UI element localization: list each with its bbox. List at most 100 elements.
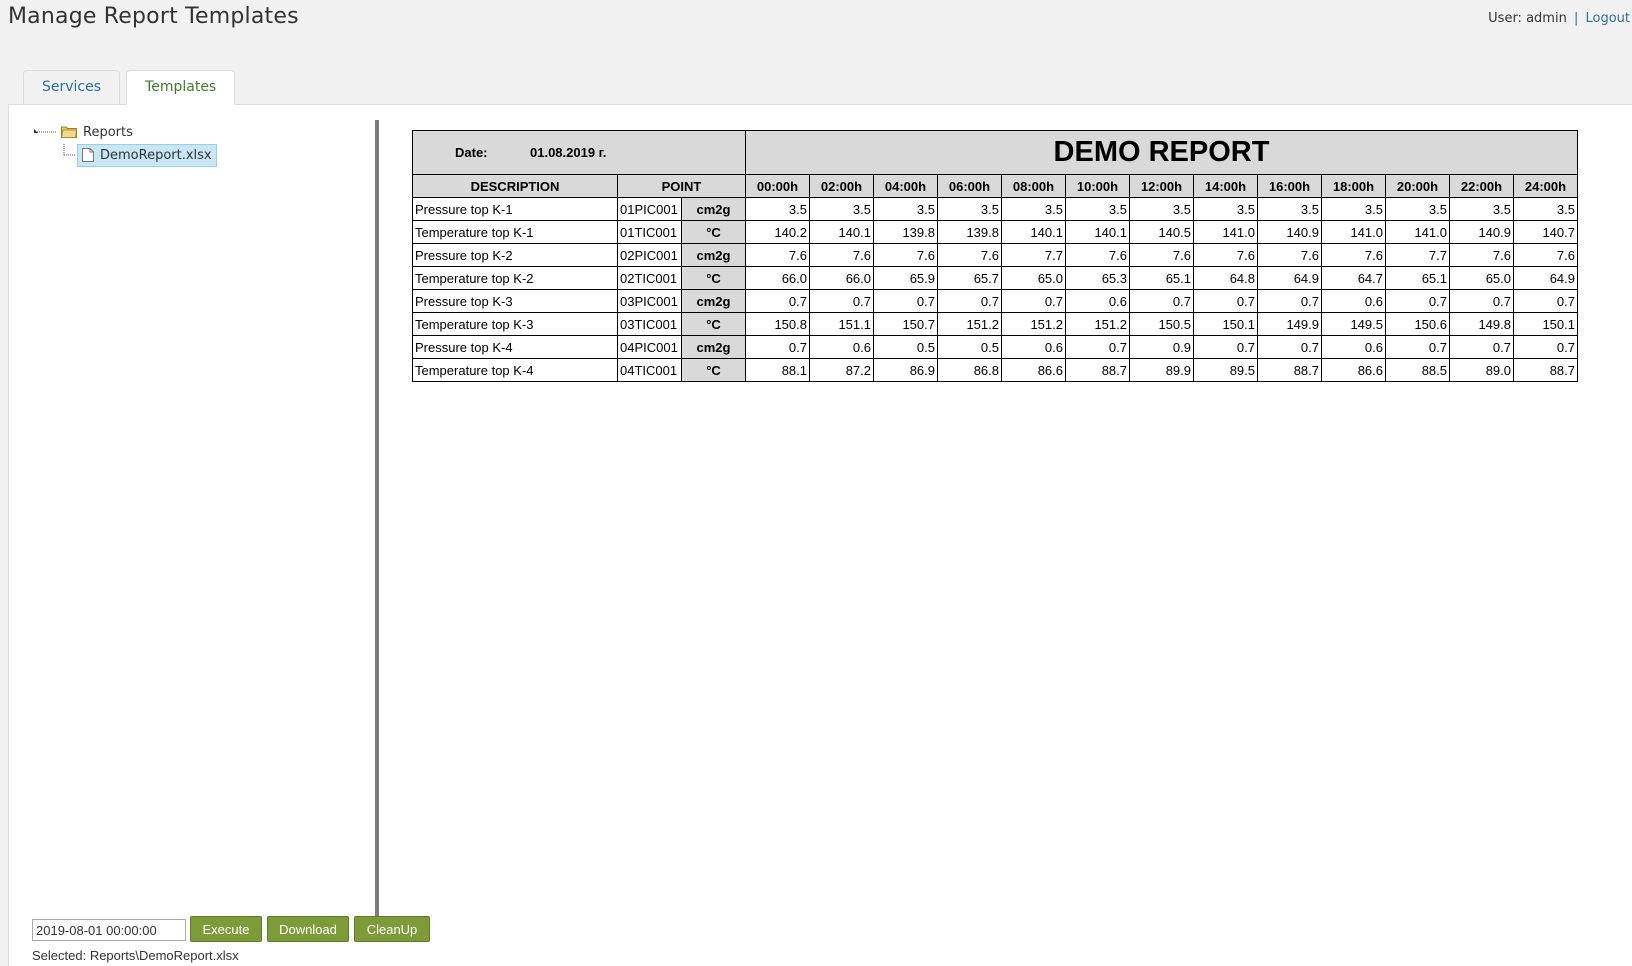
cell-point: 04TIC001 <box>617 358 682 382</box>
cell-value: 86.6 <box>1001 358 1066 382</box>
cell-value: 89.5 <box>1193 358 1258 382</box>
cell-value: 3.5 <box>1385 197 1450 221</box>
col-point: POINT <box>617 174 746 198</box>
cell-value: 140.5 <box>1129 220 1194 244</box>
cell-value: 0.7 <box>809 289 874 313</box>
cell-value: 150.6 <box>1385 312 1450 336</box>
cell-value: 7.6 <box>1129 243 1194 267</box>
cell-value: 7.6 <box>1065 243 1130 267</box>
cell-value: 150.7 <box>873 312 938 336</box>
cell-value: 140.1 <box>1065 220 1130 244</box>
cell-value: 3.5 <box>1513 197 1578 221</box>
cell-value: 0.7 <box>1513 335 1578 359</box>
cell-unit: °C <box>681 220 746 244</box>
cell-value: 7.6 <box>809 243 874 267</box>
cell-value: 139.8 <box>937 220 1002 244</box>
col-hour: 24:00h <box>1513 174 1578 198</box>
pane-splitter[interactable] <box>375 120 379 920</box>
table-row: Temperature top K-3 03TIC001 °C 150.8 151.1 1… <box>412 312 1578 336</box>
tab-templates[interactable]: Templates <box>126 70 236 105</box>
cell-description: Temperature top K-4 <box>412 358 618 382</box>
col-hour: 16:00h <box>1257 174 1322 198</box>
tab-services[interactable]: Services <box>23 70 121 104</box>
cell-value: 149.9 <box>1257 312 1322 336</box>
date-label: Date: <box>455 145 488 160</box>
col-hour: 18:00h <box>1321 174 1386 198</box>
cell-value: 65.0 <box>1001 266 1066 290</box>
cell-value: 140.9 <box>1257 220 1322 244</box>
cell-value: 65.1 <box>1385 266 1450 290</box>
cell-value: 7.6 <box>1257 243 1322 267</box>
col-hour: 14:00h <box>1193 174 1258 198</box>
cell-value: 141.0 <box>1321 220 1386 244</box>
tree-branch-icon <box>63 144 76 156</box>
table-row: Temperature top K-1 01TIC001 °C 140.2 140.1 1… <box>412 220 1578 244</box>
col-hour: 04:00h <box>873 174 938 198</box>
tree-node-reports[interactable]: Reports <box>31 121 217 144</box>
cell-value: 140.9 <box>1449 220 1514 244</box>
cell-unit: cm2g <box>681 243 746 267</box>
cell-value: 150.8 <box>745 312 810 336</box>
col-hour: 06:00h <box>937 174 1002 198</box>
cell-value: 88.5 <box>1385 358 1450 382</box>
table-row: Temperature top K-2 02TIC001 °C 66.0 66.0 65.… <box>412 266 1578 290</box>
cell-value: 0.6 <box>1321 289 1386 313</box>
selected-status: Selected: Reports\DemoReport.xlsx <box>32 948 239 963</box>
cell-value: 0.7 <box>937 289 1002 313</box>
cell-value: 89.9 <box>1129 358 1194 382</box>
cell-value: 139.8 <box>873 220 938 244</box>
date-value: 01.08.2019 г. <box>530 145 607 160</box>
cell-value: 3.5 <box>1193 197 1258 221</box>
cell-value: 3.5 <box>1129 197 1194 221</box>
cell-value: 150.1 <box>1513 312 1578 336</box>
cell-point: 01TIC001 <box>617 220 682 244</box>
cell-value: 0.7 <box>1193 335 1258 359</box>
cell-value: 3.5 <box>937 197 1002 221</box>
cell-value: 86.6 <box>1321 358 1386 382</box>
report-preview: Date: 01.08.2019 г. DEMO REPORT DESCRIPTI… <box>412 130 1578 382</box>
cell-point: 02PIC001 <box>617 243 682 267</box>
col-hour: 02:00h <box>809 174 874 198</box>
cell-value: 3.5 <box>809 197 874 221</box>
date-time-input[interactable] <box>32 919 186 941</box>
cell-point: 02TIC001 <box>617 266 682 290</box>
cell-unit: °C <box>681 358 746 382</box>
cell-value: 0.6 <box>1321 335 1386 359</box>
cell-point: 03PIC001 <box>617 289 682 313</box>
execute-button[interactable]: Execute <box>190 916 262 942</box>
cell-description: Temperature top K-1 <box>412 220 618 244</box>
tree-node-demoreport[interactable]: DemoReport.xlsx <box>31 144 217 167</box>
table-row: Pressure top K-1 01PIC001 cm2g 3.5 3.5 3.5 3.5… <box>412 197 1578 221</box>
table-row: Pressure top K-4 04PIC001 cm2g 0.7 0.6 0.5 0.5… <box>412 335 1578 359</box>
folder-icon <box>61 126 77 138</box>
tab-bar: Services Templates <box>23 70 241 105</box>
cell-value: 7.7 <box>1385 243 1450 267</box>
cell-unit: cm2g <box>681 289 746 313</box>
cell-value: 0.6 <box>809 335 874 359</box>
cell-value: 3.5 <box>1257 197 1322 221</box>
selected-file[interactable]: DemoReport.xlsx <box>77 144 217 167</box>
cell-value: 7.6 <box>1449 243 1514 267</box>
report-body: Pressure top K-1 01PIC001 cm2g 3.5 3.5 3.5 3.5… <box>412 197 1578 382</box>
table-row: Pressure top K-3 03PIC001 cm2g 0.7 0.7 0.7 0.7… <box>412 289 1578 313</box>
page-title: Manage Report Templates <box>8 4 299 29</box>
cell-value: 3.5 <box>1449 197 1514 221</box>
cell-value: 0.7 <box>1449 335 1514 359</box>
cell-point: 03TIC001 <box>617 312 682 336</box>
cell-value: 0.7 <box>1193 289 1258 313</box>
cell-value: 7.6 <box>937 243 1002 267</box>
cell-value: 64.7 <box>1321 266 1386 290</box>
cell-value: 151.1 <box>809 312 874 336</box>
logout-link[interactable]: Logout <box>1585 11 1630 26</box>
cell-description: Pressure top K-2 <box>412 243 618 267</box>
cell-value: 0.7 <box>745 335 810 359</box>
cell-value: 7.6 <box>745 243 810 267</box>
download-button[interactable]: Download <box>267 916 349 942</box>
cleanup-button[interactable]: CleanUp <box>354 916 430 942</box>
cell-value: 89.0 <box>1449 358 1514 382</box>
cell-value: 0.7 <box>1449 289 1514 313</box>
cell-value: 3.5 <box>1001 197 1066 221</box>
cell-value: 65.1 <box>1129 266 1194 290</box>
cell-unit: °C <box>681 312 746 336</box>
cell-value: 64.9 <box>1257 266 1322 290</box>
